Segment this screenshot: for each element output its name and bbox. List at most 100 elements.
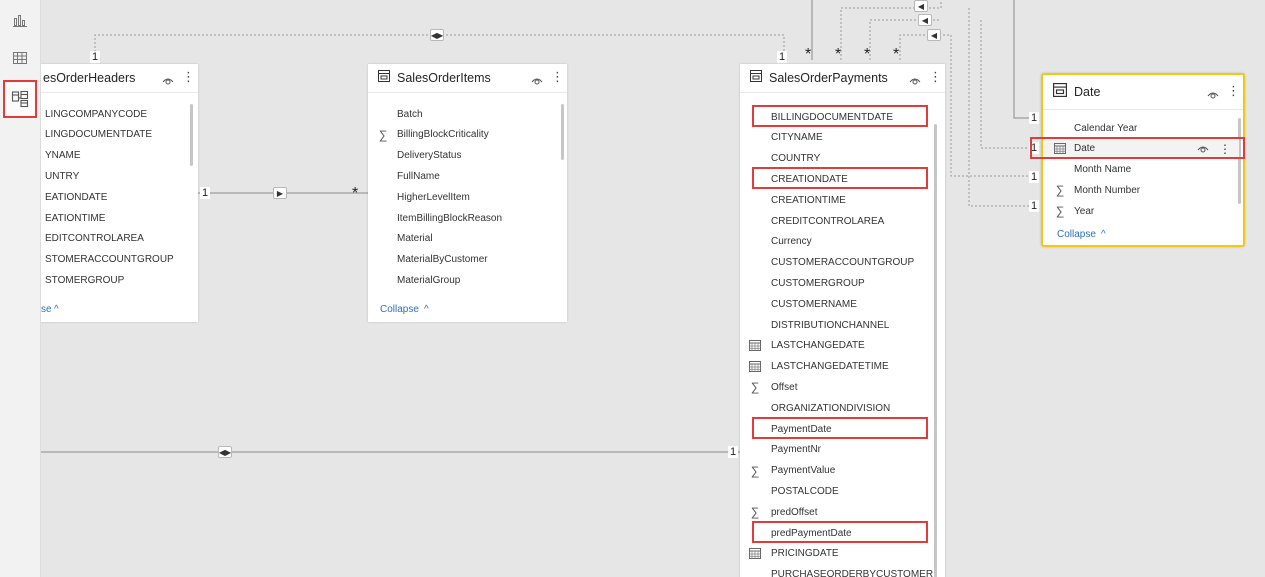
field-name: EATIONDATE (45, 191, 108, 203)
more-options-icon[interactable]: ⋮ (929, 70, 942, 84)
table-title: Date (1074, 85, 1101, 99)
field-row[interactable]: LINGDOCUMENTDATE (41, 125, 181, 145)
field-row[interactable]: ∑ Month Number (1043, 180, 1239, 200)
field-row[interactable]: POSTALCODE (740, 481, 930, 501)
table-header[interactable]: SalesOrderItems ⋮ (368, 64, 567, 92)
field-row[interactable]: CUSTOMERACCOUNTGROUP (740, 253, 930, 273)
eye-icon[interactable] (162, 73, 174, 91)
field-row[interactable]: COUNTRY (740, 149, 930, 169)
field-row[interactable]: Month Name (1043, 160, 1239, 180)
field-row[interactable]: Material (368, 229, 558, 249)
field-row[interactable]: EATIONTIME (41, 208, 181, 228)
field-row[interactable]: Batch (368, 104, 558, 124)
field-row[interactable]: UNTRY (41, 166, 181, 186)
field-row[interactable]: PURCHASEORDERBYCUSTOMER (740, 565, 933, 577)
field-row[interactable]: CUSTOMERGROUP (740, 273, 930, 293)
calendar-icon (748, 547, 762, 561)
table-header[interactable]: SalesOrderPayments ⋮ (740, 64, 945, 92)
field-row[interactable]: FullName (368, 166, 558, 186)
field-row[interactable]: CUSTOMERNAME (740, 294, 930, 314)
single-direction-marker[interactable]: ▶ (273, 187, 287, 199)
more-options-icon[interactable]: ⋮ (1227, 84, 1240, 98)
field-row[interactable]: ∑ BillingBlockCriticality (368, 125, 558, 145)
field-row[interactable]: MaterialGroup (368, 270, 558, 290)
field-row[interactable]: DeliveryStatus (368, 146, 558, 166)
field-row[interactable]: CREDITCONTROLAREA (740, 211, 930, 231)
eye-icon[interactable] (1197, 144, 1209, 157)
scrollbar[interactable] (561, 104, 564, 160)
field-row[interactable]: PaymentDate (740, 419, 930, 439)
field-row[interactable]: CREATIONDATE (740, 169, 930, 189)
direction-marker[interactable]: ◀ (927, 29, 941, 41)
field-row[interactable]: LINGCOMPANYCODE (41, 104, 181, 124)
field-name: CUSTOMERGROUP (771, 277, 865, 289)
field-row[interactable]: predPaymentDate (740, 523, 930, 543)
report-view-button[interactable] (4, 4, 36, 36)
field-row[interactable]: ∑ Year (1043, 201, 1239, 221)
table-card-salesorderitems[interactable]: SalesOrderItems ⋮ Collapse ^ Batch ∑ Billi… (368, 64, 567, 322)
field-row[interactable]: ∑ Offset (740, 377, 930, 397)
direction-marker[interactable]: ◀ (918, 14, 932, 26)
field-row[interactable]: PaymentNr (740, 440, 930, 460)
chevron-up-icon[interactable]: ^ (54, 304, 59, 315)
field-row[interactable]: ∑ PaymentValue (740, 461, 930, 481)
field-row[interactable]: LASTCHANGEDATE (740, 336, 930, 356)
table-header[interactable]: esOrderHeaders ⋮ (41, 64, 198, 92)
table-title: esOrderHeaders (43, 71, 136, 85)
field-row[interactable]: MaterialByCustomer (368, 250, 558, 270)
eye-icon[interactable] (1207, 87, 1219, 105)
cardinality-one: 1 (1029, 200, 1040, 212)
field-name: DeliveryStatus (397, 150, 462, 162)
collapse-link[interactable]: Collapse (380, 304, 419, 315)
field-row[interactable]: PRICINGDATE (740, 544, 930, 564)
eye-icon[interactable] (531, 73, 543, 91)
table-card-date[interactable]: Date ⋮ Collapse ^ Calendar Year Date ⋮ Mont… (1030, 73, 1245, 247)
field-row[interactable]: EDITCONTROLAREA (41, 229, 181, 249)
table-card-salesorderpayments[interactable]: SalesOrderPayments ⋮ BILLINGDOCUMENTDATE… (740, 64, 945, 577)
scrollbar[interactable] (934, 124, 937, 577)
field-name: FullName (397, 170, 440, 182)
field-name: Currency (771, 236, 812, 248)
field-row[interactable]: STOMERGROUP (41, 270, 181, 290)
sigma-icon: ∑ (378, 127, 388, 142)
bidirectional-marker[interactable]: ◀▶ (218, 446, 232, 458)
data-view-button[interactable] (4, 42, 36, 74)
collapse-link[interactable]: se (41, 304, 52, 315)
table-header[interactable]: Date ⋮ (1043, 75, 1243, 109)
field-name: Calendar Year (1074, 122, 1138, 134)
field-row[interactable]: ItemBillingBlockReason (368, 208, 558, 228)
field-row[interactable]: LASTCHANGEDATETIME (740, 357, 930, 377)
chevron-up-icon[interactable]: ^ (1101, 229, 1106, 240)
more-options-icon[interactable]: ⋮ (551, 70, 564, 84)
field-row[interactable]: Currency (740, 232, 930, 252)
collapse-link[interactable]: Collapse (1057, 229, 1096, 240)
bar-chart-icon (12, 12, 28, 28)
field-row[interactable]: BILLINGDOCUMENTDATE (740, 107, 930, 127)
scrollbar[interactable] (190, 104, 193, 166)
direction-marker[interactable]: ◀ (914, 0, 928, 12)
header-separator (41, 92, 198, 93)
chevron-up-icon[interactable]: ^ (424, 304, 429, 315)
table-card-salesorderheaders[interactable]: esOrderHeaders ⋮ se ^ LINGCOMPANYCODE LIN… (41, 64, 198, 322)
field-row[interactable]: YNAME (41, 146, 181, 166)
field-row[interactable]: STOMERACCOUNTGROUP (41, 250, 181, 270)
field-row[interactable]: CREATIONTIME (740, 190, 930, 210)
field-row[interactable]: ∑ predOffset (740, 502, 930, 522)
more-options-icon[interactable]: ⋮ (182, 70, 195, 84)
field-row[interactable]: DISTRIBUTIONCHANNEL (740, 315, 930, 335)
eye-icon[interactable] (909, 73, 921, 91)
bidirectional-marker[interactable]: ◀▶ (430, 29, 444, 41)
field-row[interactable]: ORGANIZATIONDIVISION (740, 398, 930, 418)
model-view-button[interactable] (3, 80, 37, 118)
model-canvas[interactable]: ◀▶ ▶ ◀▶ ◀ ◀ ◀ 1 1 * 1 * * * * 1 1 1 1 1 … (41, 0, 1265, 577)
field-row[interactable]: EATIONDATE (41, 187, 181, 207)
header-separator (368, 92, 567, 93)
more-options-icon[interactable]: ⋮ (1219, 142, 1231, 156)
field-row[interactable]: Date ⋮ (1043, 138, 1239, 159)
field-row[interactable]: Calendar Year (1043, 118, 1239, 138)
field-row[interactable]: CITYNAME (740, 128, 930, 148)
sigma-icon: ∑ (750, 380, 760, 395)
cardinality-many: * (835, 46, 842, 63)
field-name: PaymentDate (771, 423, 832, 435)
field-row[interactable]: HigherLevelItem (368, 187, 558, 207)
